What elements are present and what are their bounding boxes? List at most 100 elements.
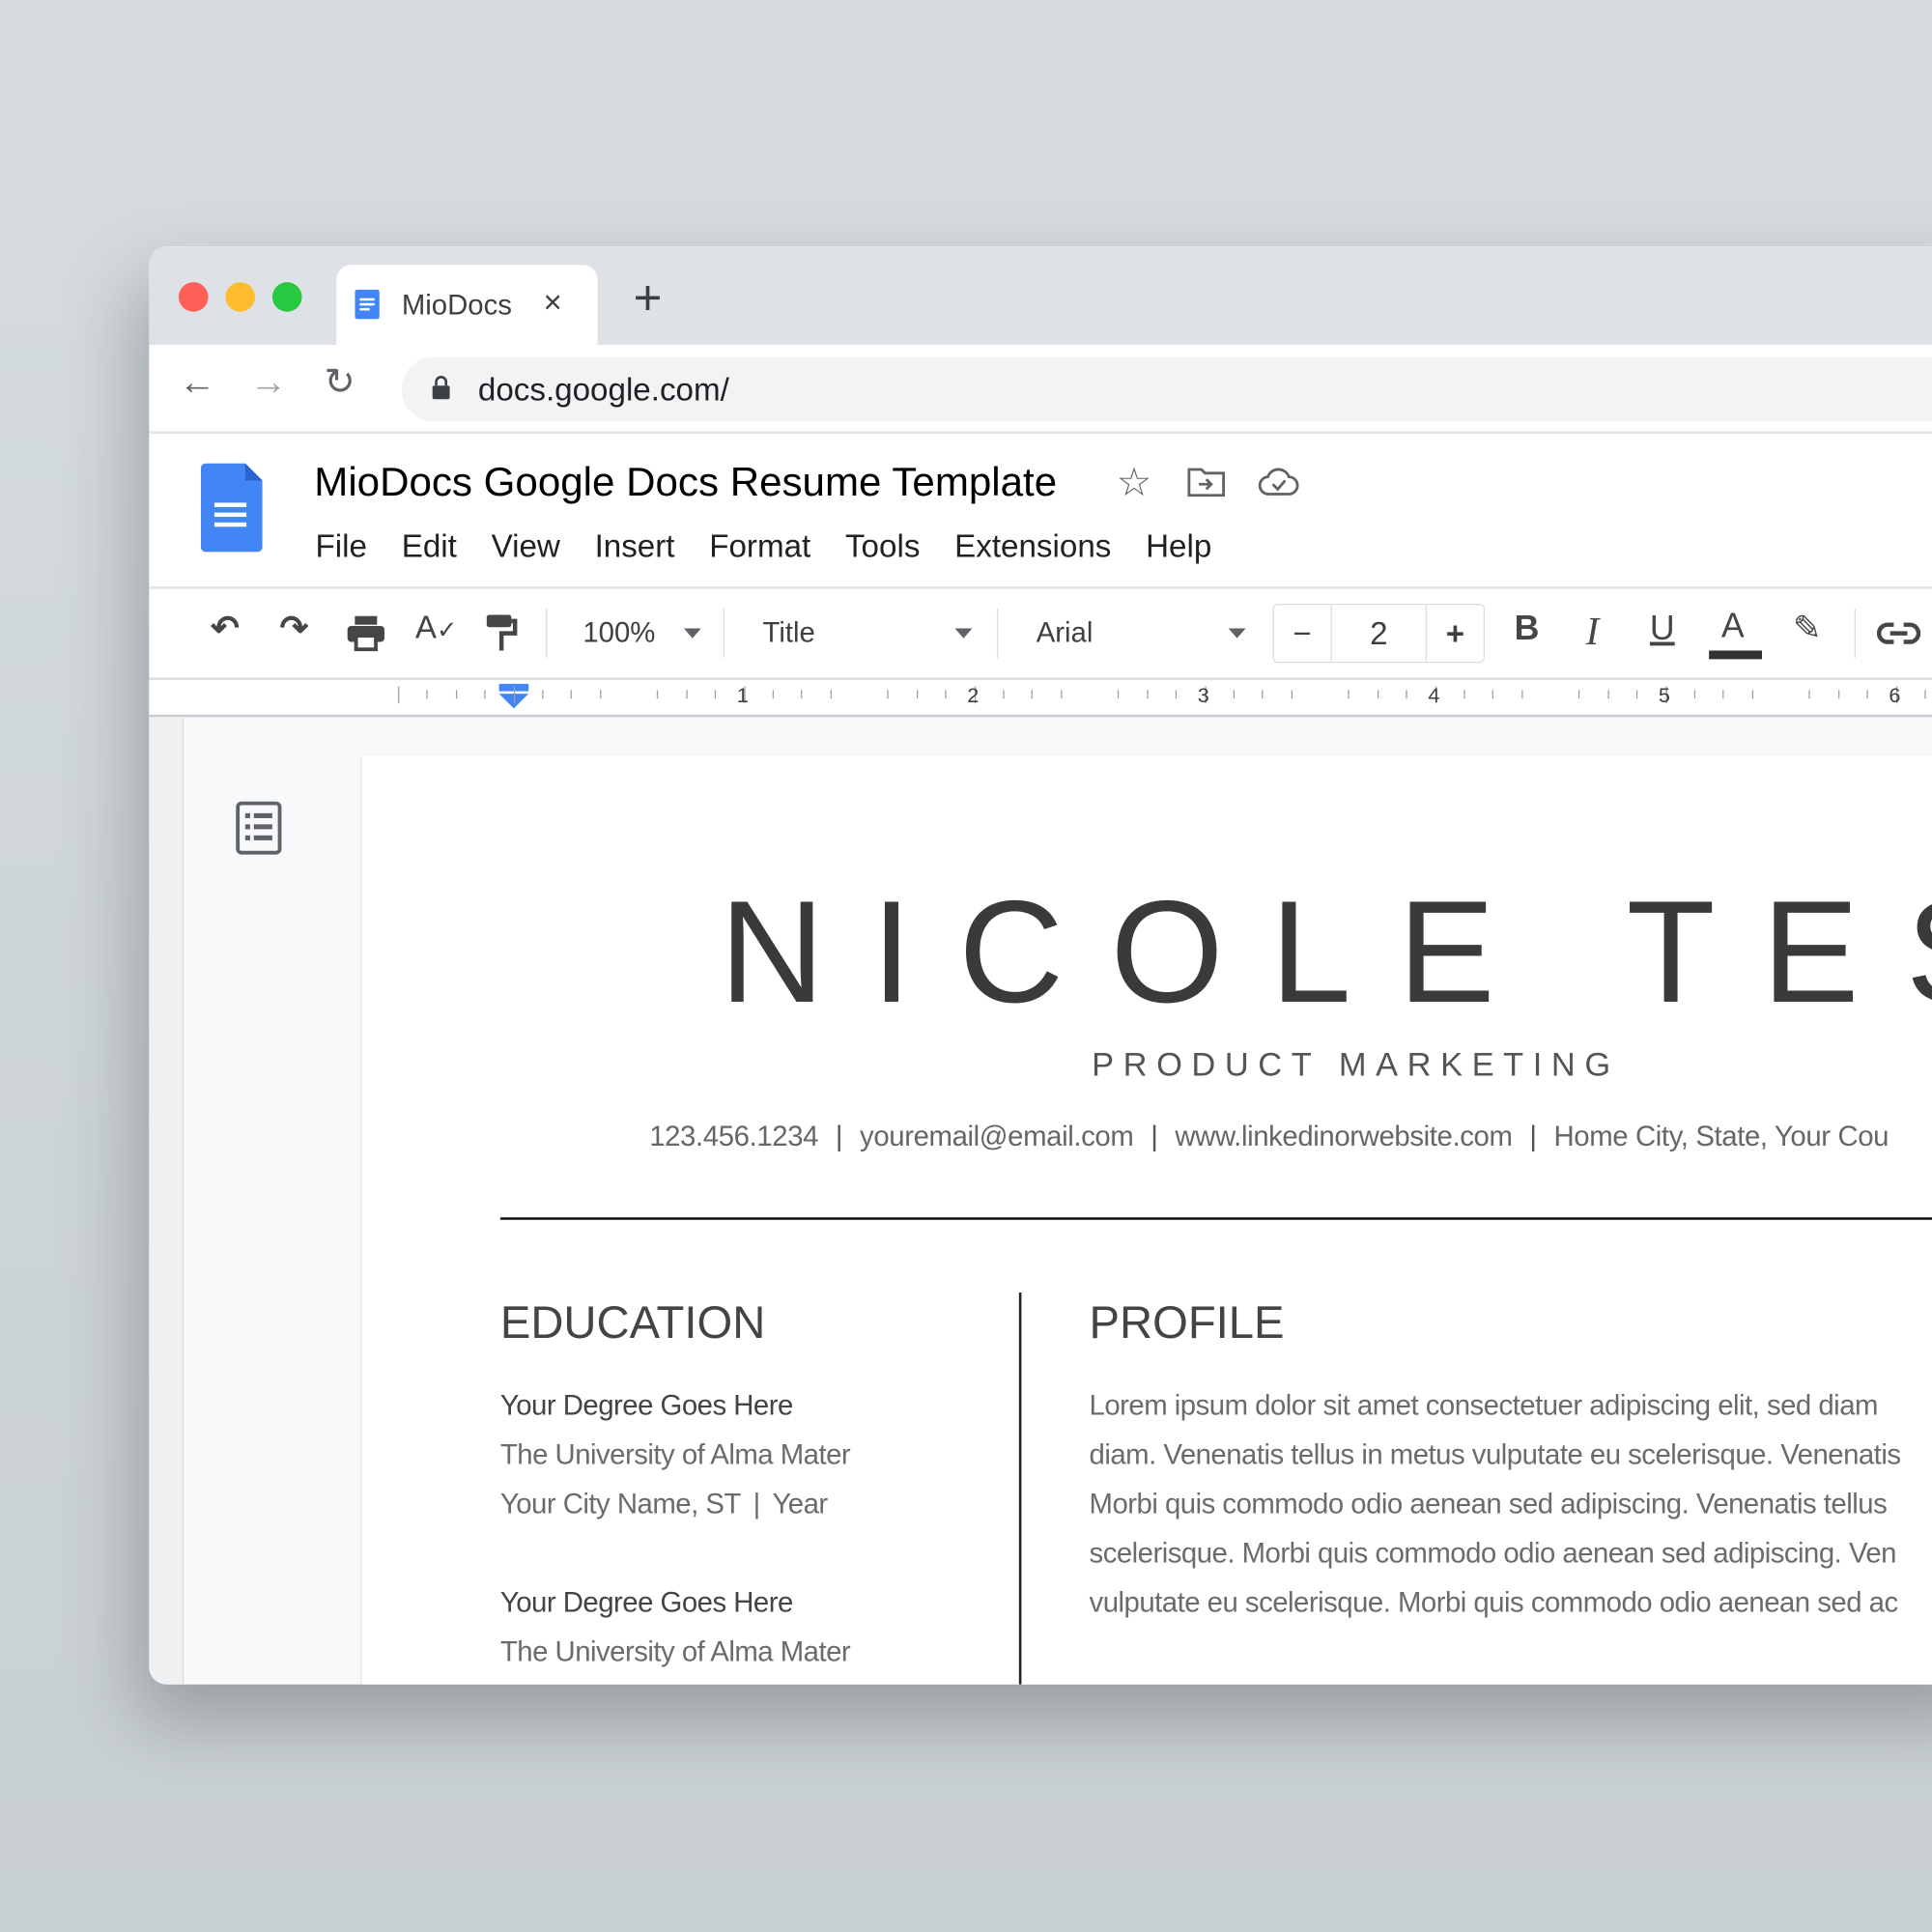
resume-subtitle: PRODUCT MARKETING [1092, 1045, 1620, 1084]
forward-icon[interactable]: → [250, 364, 287, 402]
tab-bar: MioDocs × + [149, 246, 1932, 346]
menu-edit[interactable]: Edit [402, 527, 457, 566]
underline-button[interactable]: U [1650, 611, 1675, 646]
increase-font-size-button[interactable]: + [1427, 605, 1484, 662]
menu-tools[interactable]: Tools [845, 527, 920, 566]
outline-icon[interactable] [236, 801, 282, 855]
decrease-font-size-button[interactable]: − [1274, 605, 1332, 662]
menu-file[interactable]: File [316, 527, 367, 566]
minimize-window-button[interactable] [225, 282, 256, 312]
style-select[interactable]: Title [763, 616, 815, 649]
ruler-tick [542, 690, 544, 699]
menu-view[interactable]: View [492, 527, 560, 566]
print-icon[interactable] [346, 614, 385, 652]
ruler-tick [916, 690, 918, 699]
profile-line: scelerisque. Morbi quis commodo odio aen… [1089, 1536, 1897, 1569]
ruler-tick [1118, 690, 1120, 699]
ruler-tick [801, 690, 803, 699]
redo-icon[interactable]: ↷ [280, 611, 309, 646]
toolbar: ↶ ↷ A✓ 100% Title Arial − 2 + B I U A ✎ [149, 589, 1932, 681]
back-icon[interactable]: ← [179, 364, 215, 402]
ruler-label: 5 [1658, 683, 1670, 708]
docs-header: MioDocs Google Docs Resume Template ☆ Fi… [149, 434, 1932, 589]
bold-button[interactable]: B [1515, 611, 1540, 646]
text-color-swatch [1709, 650, 1762, 660]
ruler-label: 1 [736, 683, 749, 708]
ruler-tick [887, 690, 890, 699]
menu-help[interactable]: Help [1146, 527, 1211, 566]
ruler-tick [1233, 690, 1235, 699]
ruler-tick [1060, 690, 1063, 699]
document-page[interactable]: NICOLE TESLA PRODUCT MARKETING 123.456.1… [361, 754, 1932, 1685]
lock-icon [432, 376, 450, 400]
profile-heading: PROFILE [1089, 1297, 1285, 1349]
close-tab-icon[interactable]: × [543, 283, 561, 322]
ruler-tick [772, 690, 774, 699]
address-bar[interactable]: docs.google.com/ [401, 356, 1932, 422]
ruler-tick [1607, 690, 1609, 699]
ruler-tick [455, 690, 457, 699]
font-size-stepper: − 2 + [1272, 603, 1485, 664]
zoom-select[interactable]: 100% [582, 616, 655, 649]
star-icon[interactable]: ☆ [1117, 458, 1152, 504]
close-window-button[interactable] [178, 282, 209, 312]
contact-website: www.linkedinorwebsite.com [1175, 1120, 1513, 1152]
new-tab-button[interactable]: + [634, 273, 663, 323]
profile-line: vulputate eu scelerisque. Morbi quis com… [1089, 1585, 1899, 1618]
document-canvas: NICOLE TESLA PRODUCT MARKETING 123.456.1… [149, 717, 1932, 1685]
ruler-tick [1924, 690, 1926, 699]
cloud-saved-icon[interactable] [1258, 466, 1299, 497]
ruler-tick [1837, 690, 1840, 699]
chevron-down-icon[interactable] [683, 628, 701, 639]
ruler-tick [714, 690, 717, 699]
link-icon[interactable] [1876, 621, 1921, 646]
ruler-tick [686, 690, 688, 699]
ruler-tick [1578, 690, 1580, 699]
font-select[interactable]: Arial [1037, 616, 1094, 649]
document-title[interactable]: MioDocs Google Docs Resume Template [314, 458, 1057, 504]
location-year: Your City Name, ST | Year [499, 1487, 828, 1520]
contact-phone: 123.456.1234 [649, 1120, 819, 1152]
menu-insert[interactable]: Insert [595, 527, 675, 566]
menu-extensions[interactable]: Extensions [954, 527, 1111, 566]
ruler-tick [1463, 690, 1465, 699]
contact-location: Home City, State, Your Cou [1553, 1120, 1889, 1152]
paint-format-icon[interactable] [486, 613, 518, 653]
divider [996, 609, 999, 659]
resume-name: NICOLE TESLA [719, 870, 1932, 1035]
move-folder-icon[interactable] [1186, 466, 1226, 497]
ruler-label: 4 [1428, 683, 1440, 708]
ruler-tick [1262, 690, 1264, 699]
contact-line: 123.456.1234 | youremail@email.com | www.lin… [649, 1120, 1889, 1152]
address-row: ← → ↻ docs.google.com/ [149, 345, 1932, 434]
spellcheck-icon[interactable]: A✓ [415, 611, 458, 643]
menu-format[interactable]: Format [709, 527, 810, 566]
reload-icon[interactable]: ↻ [324, 364, 355, 402]
highlight-icon[interactable]: ✎ [1793, 611, 1822, 646]
education-heading: EDUCATION [499, 1297, 766, 1349]
ruler-tick [484, 690, 486, 699]
menu-bar: File Edit View Insert Format Tools Exten… [316, 527, 1246, 566]
chevron-down-icon[interactable] [954, 628, 973, 639]
chevron-down-icon[interactable] [1228, 628, 1246, 639]
ruler-tick [1291, 690, 1293, 699]
ruler[interactable]: 1 2 3 4 5 6 [149, 680, 1932, 718]
maximize-window-button[interactable] [271, 282, 302, 312]
docs-logo-icon[interactable] [200, 463, 263, 553]
ruler-tick [513, 686, 515, 704]
browser-tab[interactable]: MioDocs × [336, 265, 598, 346]
ruler-tick [599, 690, 601, 699]
ruler-label: 2 [967, 683, 980, 708]
undo-icon[interactable]: ↶ [211, 611, 240, 646]
italic-button[interactable]: I [1586, 611, 1600, 651]
ruler-tick [426, 690, 429, 699]
font-size-input[interactable]: 2 [1332, 605, 1428, 662]
tab-title: MioDocs [401, 288, 512, 321]
ruler-tick [1031, 690, 1034, 699]
degree: Your Degree Goes Here [499, 1388, 793, 1421]
ruler-tick [1722, 690, 1724, 699]
degree: Your Degree Goes Here [499, 1585, 793, 1618]
stage: MioDocs × + ← → ↻ docs.google.com/ MioDo… [0, 0, 1932, 1932]
text-color-button[interactable]: A [1721, 608, 1745, 643]
docs-icon [355, 289, 380, 320]
